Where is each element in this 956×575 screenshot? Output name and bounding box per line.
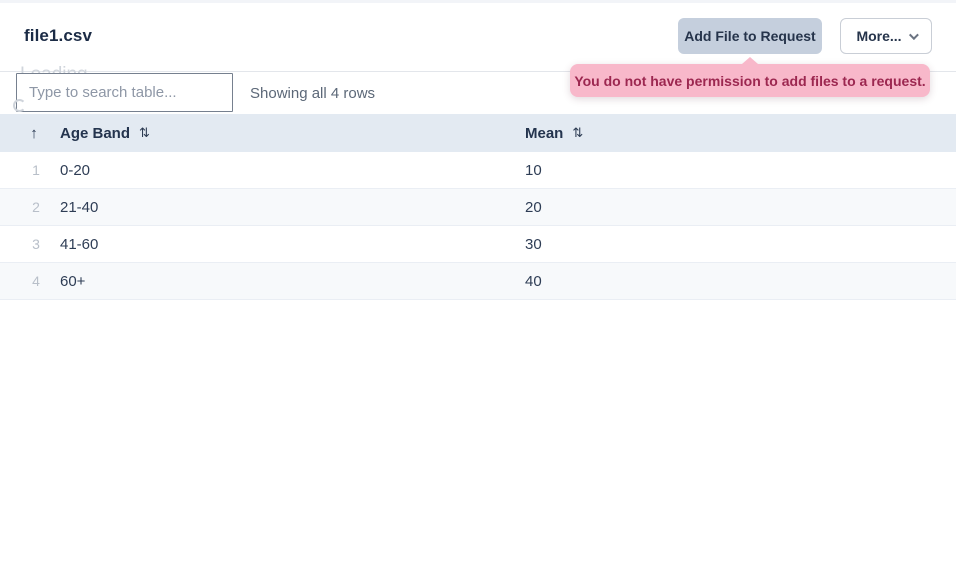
cell-mean: 30 [525,236,542,253]
cell-mean: 10 [525,162,542,179]
more-button[interactable]: More... [840,18,932,54]
cell-age-band: 41-60 [60,236,98,253]
add-file-to-request-button[interactable]: Add File to Request [678,18,822,54]
permission-tooltip: You do not have permission to add files … [570,64,930,97]
top-border [0,0,956,3]
sort-direction-icon[interactable]: ↑ [24,125,44,142]
sort-toggle-icon: ⇅ [139,125,150,141]
search-input[interactable] [16,73,233,112]
cell-mean: 40 [525,273,542,290]
row-count-status: Showing all 4 rows [250,85,375,102]
chevron-down-icon [909,30,919,40]
table-row: 4 60+ 40 [0,263,956,300]
loading-spinner-icon [13,99,26,112]
tooltip-text: You do not have permission to add files … [574,73,925,89]
row-number: 1 [24,162,48,178]
data-table: ↑ Age Band ⇅ Mean ⇅ 1 0-20 10 2 21-40 20… [0,114,956,300]
row-number: 2 [24,199,48,215]
page-title: file1.csv [24,26,92,46]
column-header-age-band[interactable]: Age Band ⇅ [60,125,150,142]
more-button-label: More... [856,28,901,44]
cell-mean: 20 [525,199,542,216]
column-header-mean[interactable]: Mean ⇅ [525,125,583,142]
table-row: 3 41-60 30 [0,226,956,263]
column-header-mean-label: Mean [525,125,563,142]
cell-age-band: 0-20 [60,162,90,179]
sort-toggle-icon: ⇅ [572,125,583,141]
table-header-row: ↑ Age Band ⇅ Mean ⇅ [0,114,956,152]
file-viewer-page: file1.csv Add File to Request More... Yo… [0,0,956,575]
table-row: 1 0-20 10 [0,152,956,189]
row-number: 3 [24,236,48,252]
column-header-age-band-label: Age Band [60,125,130,142]
cell-age-band: 60+ [60,273,85,290]
table-row: 2 21-40 20 [0,189,956,226]
row-number: 4 [24,273,48,289]
cell-age-band: 21-40 [60,199,98,216]
tooltip-arrow [742,57,758,64]
